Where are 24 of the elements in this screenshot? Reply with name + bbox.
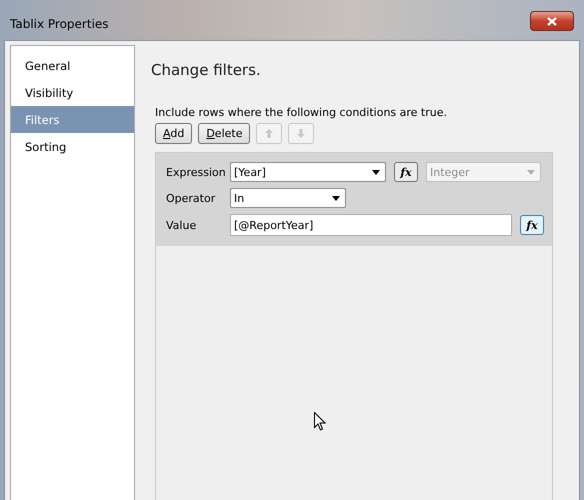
dropdown-arrow-icon (372, 170, 380, 174)
close-button[interactable] (530, 11, 574, 31)
sidebar-item[interactable]: Visibility (11, 79, 134, 106)
sidebar-item[interactable]: General (11, 52, 134, 79)
instruction-text: Include rows where the following conditions are true. (154, 106, 448, 119)
field-label: Expression (166, 166, 227, 178)
field-label: Value (166, 218, 198, 232)
down-arrow-icon (297, 129, 306, 138)
close-icon (547, 16, 557, 26)
value-fx-button[interactable]: fx (520, 215, 544, 235)
mouse-cursor-icon (314, 412, 326, 431)
dropdown-arrow-icon (527, 170, 535, 174)
delete-button[interactable]: Delete (198, 123, 250, 144)
expression-fx-button[interactable]: fx (394, 162, 418, 182)
expression-dropdown[interactable]: [Year] (230, 162, 386, 182)
dropdown-arrow-icon (332, 196, 340, 200)
operator-dropdown[interactable]: In (230, 188, 346, 208)
page-heading: Change filters. (151, 61, 262, 79)
add-button[interactable]: Add (155, 123, 192, 144)
up-arrow-icon (265, 129, 274, 138)
window-title: Tablix Properties (10, 17, 109, 31)
sidebar-item[interactable]: Sorting (11, 133, 134, 160)
value-input-field[interactable]: [@ReportYear] (230, 214, 512, 236)
field-label: Operator (166, 192, 216, 204)
